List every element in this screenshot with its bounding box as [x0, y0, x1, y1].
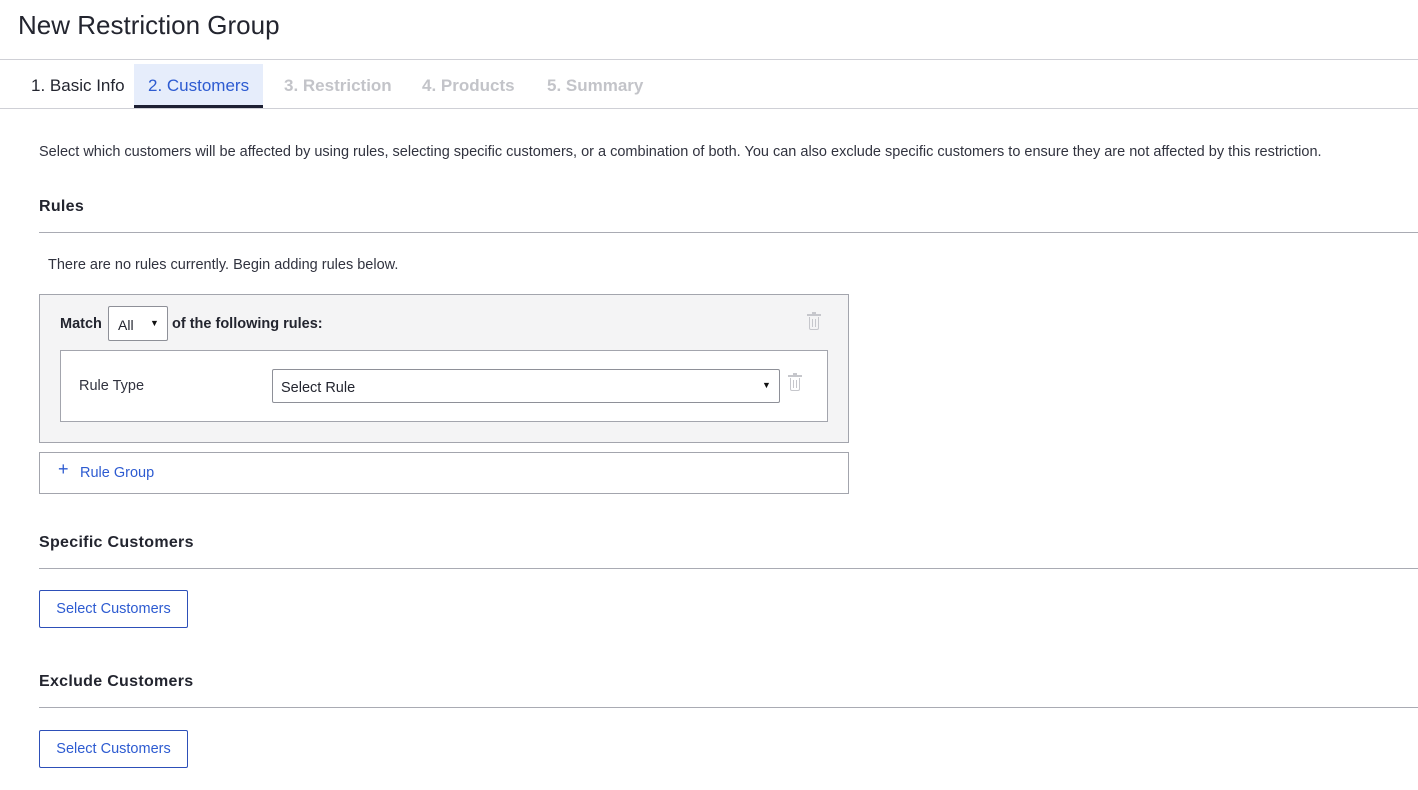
plus-icon: + [58, 459, 69, 479]
page-title: New Restriction Group [18, 10, 280, 40]
step-tabs: 1. Basic Info 2. Customers 3. Restrictio… [0, 60, 1418, 109]
exclude-customers-divider [39, 707, 1418, 708]
specific-customers-divider [39, 568, 1418, 569]
delete-rule-trash-icon[interactable] [788, 373, 802, 391]
tab-customers[interactable]: 2. Customers [134, 64, 264, 108]
chevron-down-icon: ▼ [762, 380, 771, 390]
tab-restriction: 3. Restriction [284, 76, 392, 95]
rule-group: Match All ▼ of the following rules: Rule… [39, 294, 849, 443]
add-rule-group-button[interactable]: + Rule Group [39, 452, 849, 494]
match-select[interactable]: All ▼ [108, 306, 168, 341]
delete-group-trash-icon[interactable] [807, 312, 821, 330]
exclude-customers-title: Exclude Customers [39, 673, 194, 690]
select-specific-customers-button[interactable]: Select Customers [39, 590, 188, 628]
rules-section-title: Rules [39, 198, 85, 215]
rules-divider [39, 232, 1418, 233]
rule-type-select[interactable]: Select Rule ▼ [272, 369, 780, 403]
chevron-down-icon: ▼ [150, 318, 159, 328]
rule-type-select-value: Select Rule [281, 380, 356, 396]
tab-summary: 5. Summary [547, 76, 644, 95]
tab-basic-info[interactable]: 1. Basic Info [17, 64, 139, 108]
match-suffix: of the following rules: [172, 316, 323, 332]
rule-row: Rule Type Select Rule ▼ [60, 350, 828, 422]
add-rule-group-label: Rule Group [80, 465, 155, 481]
specific-customers-title: Specific Customers [39, 534, 194, 551]
match-select-value: All [118, 317, 134, 333]
rule-type-label: Rule Type [79, 378, 145, 394]
match-label: Match [60, 316, 102, 332]
intro-text: Select which customers will be affected … [39, 144, 1322, 160]
tab-products: 4. Products [422, 76, 515, 95]
select-exclude-customers-button[interactable]: Select Customers [39, 730, 188, 768]
rules-empty-note: There are no rules currently. Begin addi… [48, 257, 399, 273]
